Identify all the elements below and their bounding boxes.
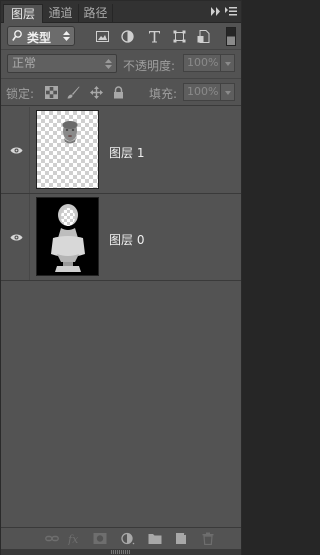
layer-style-fx-icon[interactable]: fx xyxy=(67,532,81,545)
updown-arrows-icon xyxy=(63,31,70,41)
layer-thumbnail[interactable] xyxy=(36,110,99,189)
updown-arrows-icon xyxy=(105,59,112,69)
grip-dots xyxy=(111,550,131,554)
blend-mode-select[interactable]: 正常 xyxy=(7,54,117,73)
lock-all-icon[interactable] xyxy=(112,86,125,99)
filter-kind-select[interactable]: 类型 xyxy=(7,26,75,46)
blend-mode-label: 正常 xyxy=(12,56,37,70)
visibility-column-divider xyxy=(29,107,30,193)
layer-list: 图层 1 图层 0 xyxy=(1,107,241,527)
new-layer-icon[interactable] xyxy=(174,532,188,545)
bust-thumbnail-image xyxy=(51,204,85,272)
adjustment-filter-icon[interactable] xyxy=(121,30,134,43)
face-thumbnail-image xyxy=(62,121,78,144)
lock-label: 锁定: xyxy=(6,87,35,101)
shape-filter-icon[interactable] xyxy=(173,30,186,43)
bottom-toolbar: fx xyxy=(1,527,241,549)
filter-row: 类型 xyxy=(1,23,241,49)
fill-input[interactable]: 100% xyxy=(183,83,221,101)
add-mask-icon[interactable] xyxy=(93,532,107,545)
panel-resize-grip[interactable] xyxy=(1,549,241,555)
type-filter-icon[interactable] xyxy=(148,30,161,43)
layer-row[interactable]: 图层 1 xyxy=(1,107,241,194)
eye-icon[interactable] xyxy=(10,233,23,242)
layer-name[interactable]: 图层 1 xyxy=(109,144,144,161)
image-filter-icon[interactable] xyxy=(96,30,109,43)
opacity-dropdown-button[interactable] xyxy=(221,54,235,72)
lock-row: 锁定: 填充: 100% xyxy=(1,78,241,106)
adjustment-layer-icon[interactable] xyxy=(121,532,135,545)
filter-toggle-switch[interactable] xyxy=(226,27,236,46)
opacity-input[interactable]: 100% xyxy=(183,54,221,72)
blend-row: 正常 不透明度: 100% xyxy=(1,49,241,77)
search-icon xyxy=(12,30,22,41)
tab-layers[interactable]: 图层 xyxy=(3,4,43,23)
filter-kind-label: 类型 xyxy=(27,31,52,45)
tab-paths[interactable]: 路径 xyxy=(79,4,113,23)
panel-menu-icon[interactable] xyxy=(225,6,237,17)
fill-dropdown-button[interactable] xyxy=(221,83,235,101)
opacity-label: 不透明度: xyxy=(123,59,176,73)
tab-bar: 图层 通道 路径 xyxy=(1,1,241,23)
svg-text:fx: fx xyxy=(67,533,79,545)
lock-position-move-icon[interactable] xyxy=(90,86,103,99)
smart-object-filter-icon[interactable] xyxy=(197,30,210,43)
layer-name[interactable]: 图层 0 xyxy=(109,231,144,248)
layer-thumbnail[interactable] xyxy=(36,197,99,276)
visibility-column-divider xyxy=(29,194,30,280)
delete-layer-trash-icon[interactable] xyxy=(201,532,215,545)
layers-panel: 图层 通道 路径 类型 正常 不透明度: 100% 锁定: 填充: 100% 图… xyxy=(0,0,242,555)
link-layers-icon[interactable] xyxy=(45,532,59,545)
layer-row[interactable]: 图层 0 xyxy=(1,194,241,281)
lock-transparent-pixels-icon[interactable] xyxy=(45,86,58,99)
tab-channels[interactable]: 通道 xyxy=(43,4,79,23)
lock-image-pixels-brush-icon[interactable] xyxy=(67,86,80,99)
eye-icon[interactable] xyxy=(10,146,23,155)
collapse-icon[interactable] xyxy=(211,7,221,16)
new-group-folder-icon[interactable] xyxy=(148,532,162,545)
fill-label: 填充: xyxy=(149,87,178,101)
